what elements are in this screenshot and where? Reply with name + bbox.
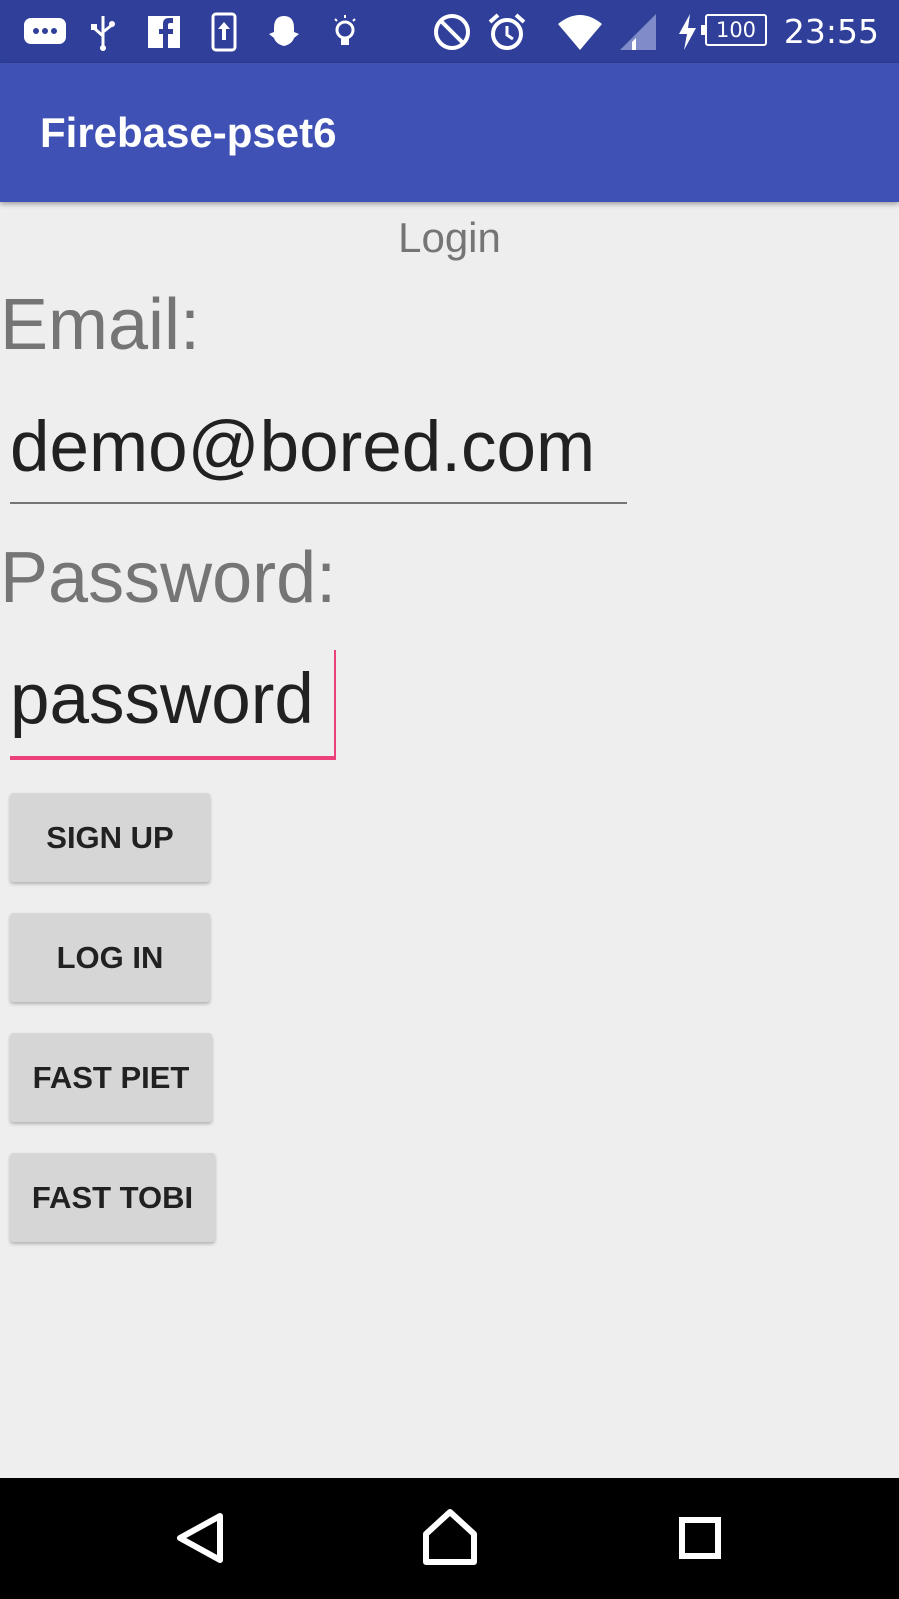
app-title: Firebase-pset6 xyxy=(40,109,337,156)
navigation-bar xyxy=(0,1478,899,1599)
email-label: Email: xyxy=(0,285,201,365)
facebook-icon xyxy=(146,12,182,52)
cell-signal-icon xyxy=(618,12,658,52)
upload-icon xyxy=(210,12,238,52)
messages-icon xyxy=(22,12,68,52)
alarm-icon xyxy=(486,12,528,52)
battery-level: 100 xyxy=(715,18,757,42)
sign-up-button[interactable]: SIGN UP xyxy=(10,793,210,882)
text-cursor xyxy=(334,650,336,760)
email-field[interactable]: demo@bored.com xyxy=(10,408,627,504)
home-icon[interactable] xyxy=(410,1498,490,1578)
password-field[interactable]: password xyxy=(10,660,336,760)
fast-piet-button[interactable]: FAST PIET xyxy=(10,1033,212,1122)
wifi-icon xyxy=(556,12,604,52)
charging-icon xyxy=(676,12,698,52)
recents-icon[interactable] xyxy=(660,1498,740,1578)
lightbulb-icon xyxy=(330,12,360,52)
log-in-button[interactable]: LOG IN xyxy=(10,913,210,1002)
fast-tobi-button[interactable]: FAST TOBI xyxy=(10,1153,215,1242)
back-icon[interactable] xyxy=(162,1498,242,1578)
battery-icon: 100 xyxy=(701,14,767,46)
do-not-disturb-icon xyxy=(432,12,472,52)
snapchat-icon xyxy=(266,12,302,52)
app-bar: Firebase-pset6 xyxy=(0,63,899,202)
usb-icon xyxy=(88,12,118,52)
status-clock: 23:55 xyxy=(783,12,879,51)
password-label: Password: xyxy=(0,538,337,618)
screen-heading: Login xyxy=(398,214,501,261)
status-bar: 100 23:55 xyxy=(0,0,899,63)
